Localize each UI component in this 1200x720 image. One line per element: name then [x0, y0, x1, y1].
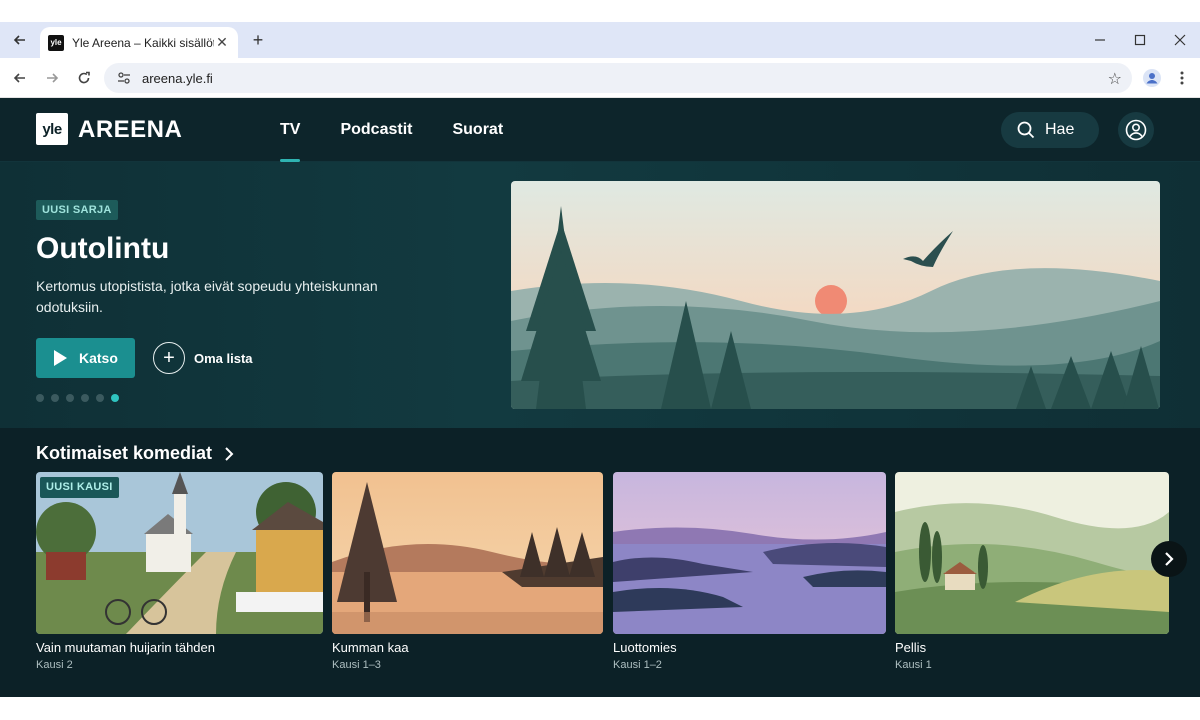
site-header: yle AREENA TV Podcastit Suorat Hae [0, 98, 1200, 162]
back-arrow-icon[interactable] [8, 66, 32, 90]
card-subtitle: Kausi 1–3 [332, 659, 381, 671]
user-account-button[interactable] [1118, 112, 1154, 148]
card-title[interactable]: Vain muutaman huijarin tähden [36, 640, 323, 655]
areena-site: yle AREENA TV Podcastit Suorat Hae UUSI … [0, 98, 1200, 697]
reload-icon[interactable] [72, 66, 96, 90]
carousel-dot[interactable] [81, 394, 89, 402]
carousel-dot[interactable] [66, 394, 74, 402]
url-text: areena.yle.fi [142, 70, 213, 86]
browser-menu-icon[interactable] [1170, 66, 1194, 90]
nav-tab-podcastit[interactable]: Podcastit [340, 98, 412, 162]
card-subtitle: Kausi 1–2 [613, 659, 662, 671]
profile-avatar-icon[interactable] [1140, 66, 1164, 90]
active-tab[interactable]: yle Yle Areena – Kaikki sisällöt ✕ [40, 27, 238, 58]
minimize-icon[interactable] [1080, 22, 1120, 58]
tab-close-icon[interactable]: ✕ [214, 34, 230, 51]
yle-logo[interactable]: yle [36, 113, 68, 145]
search-icon [1017, 121, 1035, 139]
carousel-dot[interactable] [36, 394, 44, 402]
card-badge: UUSI KAUSI [40, 477, 119, 498]
content-card[interactable]: UUSI KAUSI Vain muutaman huijarin tähden… [36, 472, 323, 672]
card-thumbnail[interactable]: UUSI KAUSI [36, 472, 323, 634]
close-window-icon[interactable] [1160, 22, 1200, 58]
carousel-dots [36, 394, 119, 402]
watch-button[interactable]: Katso [36, 338, 135, 378]
hero-title[interactable]: Outolintu [36, 232, 169, 266]
nav-tab-tv[interactable]: TV [280, 98, 301, 162]
content-card[interactable]: Kumman kaa Kausi 1–3 [332, 472, 603, 672]
watch-label: Katso [79, 350, 118, 366]
card-subtitle: Kausi 1 [895, 659, 932, 671]
card-thumbnail[interactable] [332, 472, 603, 634]
user-icon [1125, 119, 1147, 141]
nav-tab-suorat[interactable]: Suorat [452, 98, 503, 162]
carousel-dot[interactable] [51, 394, 59, 402]
areena-logo-text[interactable]: AREENA [78, 116, 182, 144]
maximize-icon[interactable] [1120, 22, 1160, 58]
hero-description: Kertomus utopistista, jotka eivät sopeud… [36, 278, 378, 315]
forward-arrow-icon[interactable] [40, 66, 64, 90]
tab-bar: yle Yle Areena – Kaikki sisällöt ✕ + [0, 22, 1200, 58]
plus-icon: + [153, 342, 185, 374]
play-icon [54, 350, 67, 366]
search-button[interactable]: Hae [1001, 112, 1099, 148]
tab-search-icon[interactable] [8, 28, 32, 52]
bookmark-star-icon[interactable]: ☆ [1108, 69, 1122, 89]
site-settings-icon[interactable] [116, 70, 132, 86]
chevron-right-icon [225, 446, 234, 461]
row-title-link[interactable]: Kotimaiset komediat [36, 443, 234, 464]
card-title[interactable]: Kumman kaa [332, 640, 603, 655]
carousel-dot-active[interactable] [111, 394, 119, 402]
card-thumbnail[interactable] [895, 472, 1169, 634]
hero-badge: UUSI SARJA [36, 200, 118, 220]
main-nav: TV Podcastit Suorat [280, 98, 543, 162]
yle-favicon-icon: yle [48, 34, 64, 51]
tab-title: Yle Areena – Kaikki sisällöt [72, 35, 214, 50]
hero-banner: UUSI SARJA Outolintu Kertomus utopistist… [0, 162, 1200, 428]
card-title[interactable]: Luottomies [613, 640, 886, 655]
chevron-right-icon [1165, 552, 1174, 566]
carousel-next-button[interactable] [1151, 541, 1187, 577]
browser-window: yle Yle Areena – Kaikki sisällöt ✕ + are… [0, 22, 1200, 697]
search-label: Hae [1045, 121, 1075, 138]
card-subtitle: Kausi 2 [36, 659, 73, 671]
hero-image[interactable] [511, 181, 1160, 409]
row-title: Kotimaiset komediat [36, 443, 213, 463]
content-card[interactable]: Luottomies Kausi 1–2 [613, 472, 886, 672]
my-list-label: Oma lista [194, 350, 253, 366]
card-thumbnail[interactable] [613, 472, 886, 634]
card-title[interactable]: Pellis [895, 640, 1169, 655]
carousel-dot[interactable] [96, 394, 104, 402]
new-tab-icon[interactable]: + [247, 29, 269, 51]
address-bar[interactable]: areena.yle.fi ☆ [104, 63, 1132, 93]
my-list-button[interactable]: + Oma lista [153, 342, 253, 374]
browser-toolbar: areena.yle.fi ☆ [0, 58, 1200, 98]
content-card[interactable]: Pellis Kausi 1 [895, 472, 1169, 672]
window-controls [1080, 22, 1200, 58]
